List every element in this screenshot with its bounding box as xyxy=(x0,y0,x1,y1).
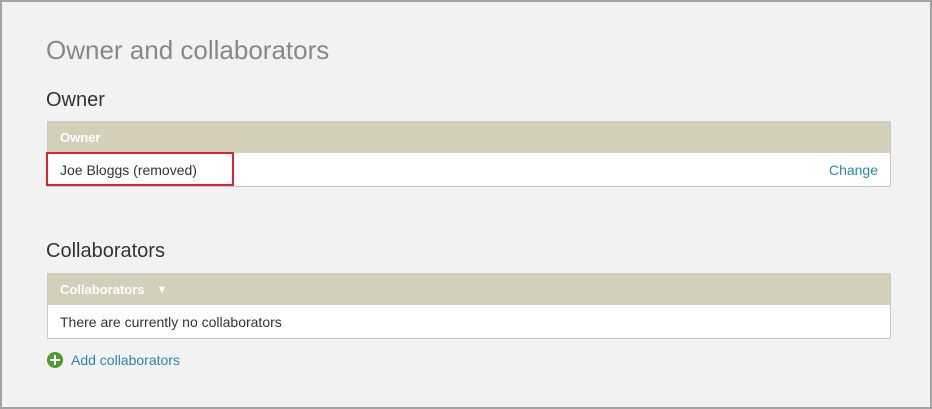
collaborators-panel: Collaborators ▼ There are currently no c… xyxy=(47,273,891,339)
collaborators-table-header-label: Collaborators xyxy=(60,282,145,297)
owner-heading: Owner xyxy=(46,89,105,111)
collaborators-empty-row: There are currently no collaborators xyxy=(48,305,890,338)
owner-name: Joe Bloggs (removed) xyxy=(60,161,197,178)
collaborators-table-header[interactable]: Collaborators ▼ xyxy=(48,274,890,305)
owner-panel: Owner Joe Bloggs (removed) Change xyxy=(46,121,891,187)
change-owner-link[interactable]: Change xyxy=(829,162,878,178)
owner-table-header-label: Owner xyxy=(60,130,101,145)
add-circle-icon[interactable] xyxy=(47,352,63,368)
add-collaborators-row[interactable]: Add collaborators xyxy=(47,352,180,368)
owner-table-header: Owner xyxy=(48,122,890,153)
main-container: Owner and collaborators Owner Owner Joe … xyxy=(0,0,932,409)
page-title: Owner and collaborators xyxy=(46,35,330,65)
collaborators-heading: Collaborators xyxy=(46,240,165,262)
owner-row: Joe Bloggs (removed) Change xyxy=(46,152,890,186)
empty-message: There are currently no collaborators xyxy=(60,313,282,330)
sort-down-icon[interactable]: ▼ xyxy=(157,284,168,296)
add-collaborators-link[interactable]: Add collaborators xyxy=(71,352,180,368)
